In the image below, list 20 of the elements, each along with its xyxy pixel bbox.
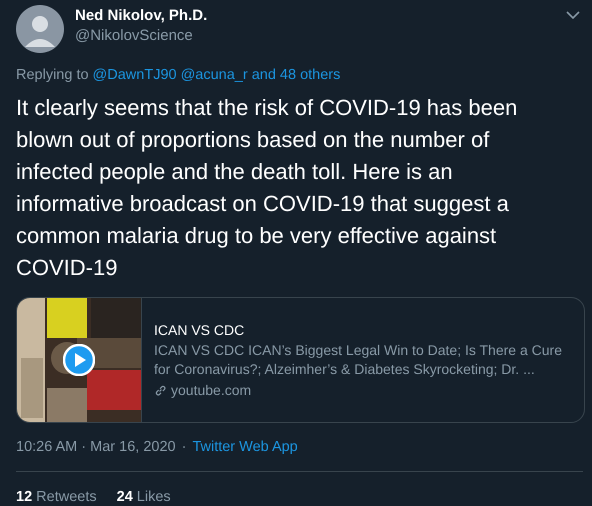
card-description: ICAN VS CDC ICAN’s Biggest Legal Win to Date; Is There a Cure for Coronavirus?; Alzeimher’s & Diabetes Skyrocketing; Dr. ...	[154, 341, 563, 379]
play-icon[interactable]	[63, 344, 95, 376]
link-card[interactable]: ICAN VS CDC ICAN VS CDC ICAN’s Biggest Legal Win to Date; Is There a Cure for Coronavirus?; Alzeimher’s & Diabetes Skyrocketing; Dr. ... youtube.com	[16, 297, 585, 423]
card-domain: youtube.com	[171, 382, 252, 398]
reply-link[interactable]: @DawnTJ90	[92, 67, 177, 83]
reply-link[interactable]: and 48 others	[252, 67, 340, 83]
avatar-icon[interactable]	[16, 5, 64, 53]
reply-link[interactable]: @acuna_r	[180, 67, 248, 83]
timestamp[interactable]: 10:26 AM · Mar 16, 2020	[16, 439, 176, 455]
author-handle[interactable]: @NikolovScience	[75, 27, 555, 44]
stat-link[interactable]: 12 Retweets	[16, 489, 97, 505]
tweet-text: It clearly seems that the risk of COVID-19 has been blown out of proportions based on the number of infected people and the death toll. Here is an informative broadcast on COVID-19 that suggest a common malaria drug to be very effective against COVID-19	[16, 94, 518, 282]
replying-label: Replying to	[16, 67, 89, 83]
chevron-down-icon[interactable]	[566, 11, 580, 19]
separator-dot: ·	[182, 439, 186, 455]
stat-link[interactable]: 24 Likes	[116, 489, 171, 505]
link-icon	[154, 384, 167, 396]
card-title: ICAN VS CDC	[154, 322, 246, 338]
author-name[interactable]: Ned Nikolov, Ph.D.	[75, 7, 555, 24]
source-link[interactable]: Twitter Web App	[192, 439, 298, 455]
